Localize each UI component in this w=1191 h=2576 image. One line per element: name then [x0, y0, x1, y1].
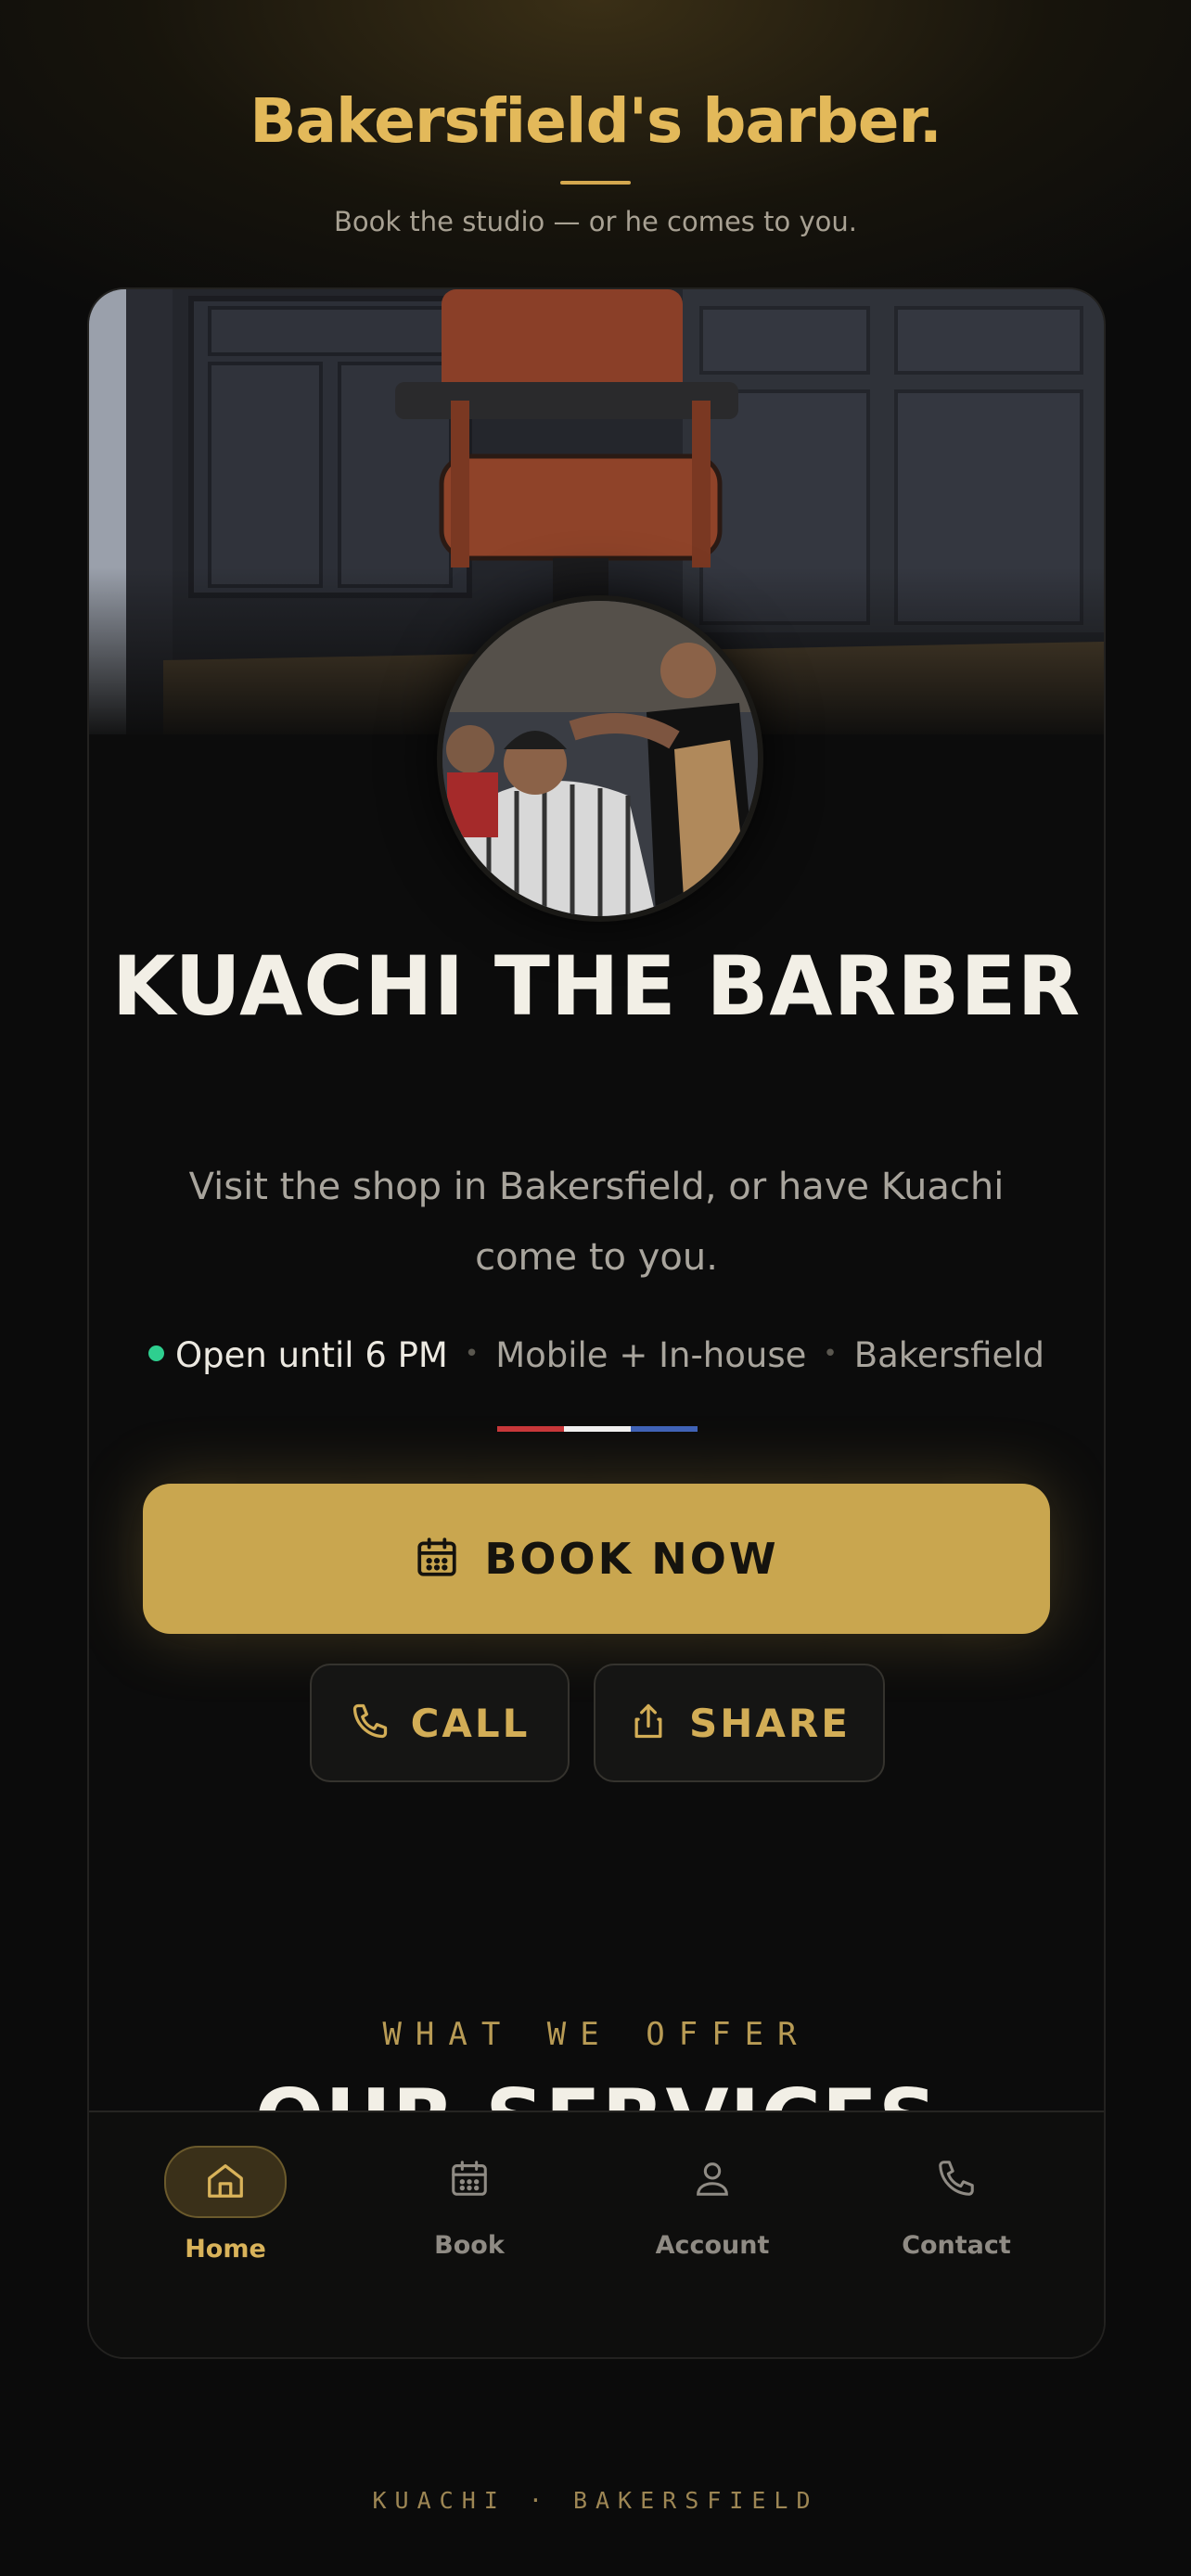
tagline-divider	[560, 181, 631, 185]
footer-text: KUACHI · BAKERSFIELD	[372, 2487, 819, 2514]
profile-card: KUACHI THE BARBER Visit the shop in Bake…	[87, 287, 1106, 2359]
tab-book-label: Book	[434, 2231, 505, 2260]
tab-account[interactable]: Account	[591, 2146, 834, 2260]
tagline: Bakersfield's barber.	[250, 85, 942, 157]
tab-book[interactable]: Book	[348, 2146, 591, 2260]
status-row: Open until 6 PM • Mobile + In-house • Bakers…	[89, 1335, 1104, 1375]
service-mode: Mobile + In-house	[495, 1335, 807, 1375]
share-icon	[628, 1701, 669, 1745]
open-status: Open until 6 PM	[175, 1335, 448, 1375]
call-label: CALL	[410, 1700, 531, 1746]
phone-icon	[935, 2157, 978, 2203]
tab-contact-label: Contact	[902, 2231, 1011, 2260]
tab-home[interactable]: Home	[104, 2146, 347, 2264]
section-eyebrow: WHAT WE OFFER	[382, 2016, 811, 2053]
calendar-icon	[414, 1534, 460, 1584]
calendar-icon	[448, 2157, 491, 2203]
share-button[interactable]: SHARE	[594, 1664, 885, 1782]
home-icon	[204, 2159, 247, 2205]
phone-icon	[350, 1701, 391, 1745]
flag-stripe	[497, 1426, 698, 1432]
open-status-dot	[148, 1345, 164, 1361]
barber-description: Visit the shop in Bakersfield, or have K…	[188, 1166, 1005, 1279]
tab-home-label: Home	[185, 2235, 266, 2264]
book-now-label: BOOK NOW	[484, 1534, 779, 1584]
tab-account-label: Account	[655, 2231, 770, 2260]
tab-contact[interactable]: Contact	[835, 2146, 1078, 2260]
call-button[interactable]: CALL	[310, 1664, 570, 1782]
location: Bakersfield	[853, 1335, 1044, 1375]
barber-name: KUACHI THE BARBER	[111, 938, 1082, 1034]
subline: Book the studio — or he comes to you.	[334, 206, 857, 237]
share-label: SHARE	[689, 1700, 851, 1746]
user-icon	[691, 2157, 734, 2203]
book-now-button[interactable]: BOOK NOW	[143, 1484, 1050, 1634]
haircut-photo	[442, 601, 758, 916]
bottom-tab-bar: Home Book Account Contact	[89, 2111, 1104, 2357]
barber-avatar	[437, 595, 763, 922]
